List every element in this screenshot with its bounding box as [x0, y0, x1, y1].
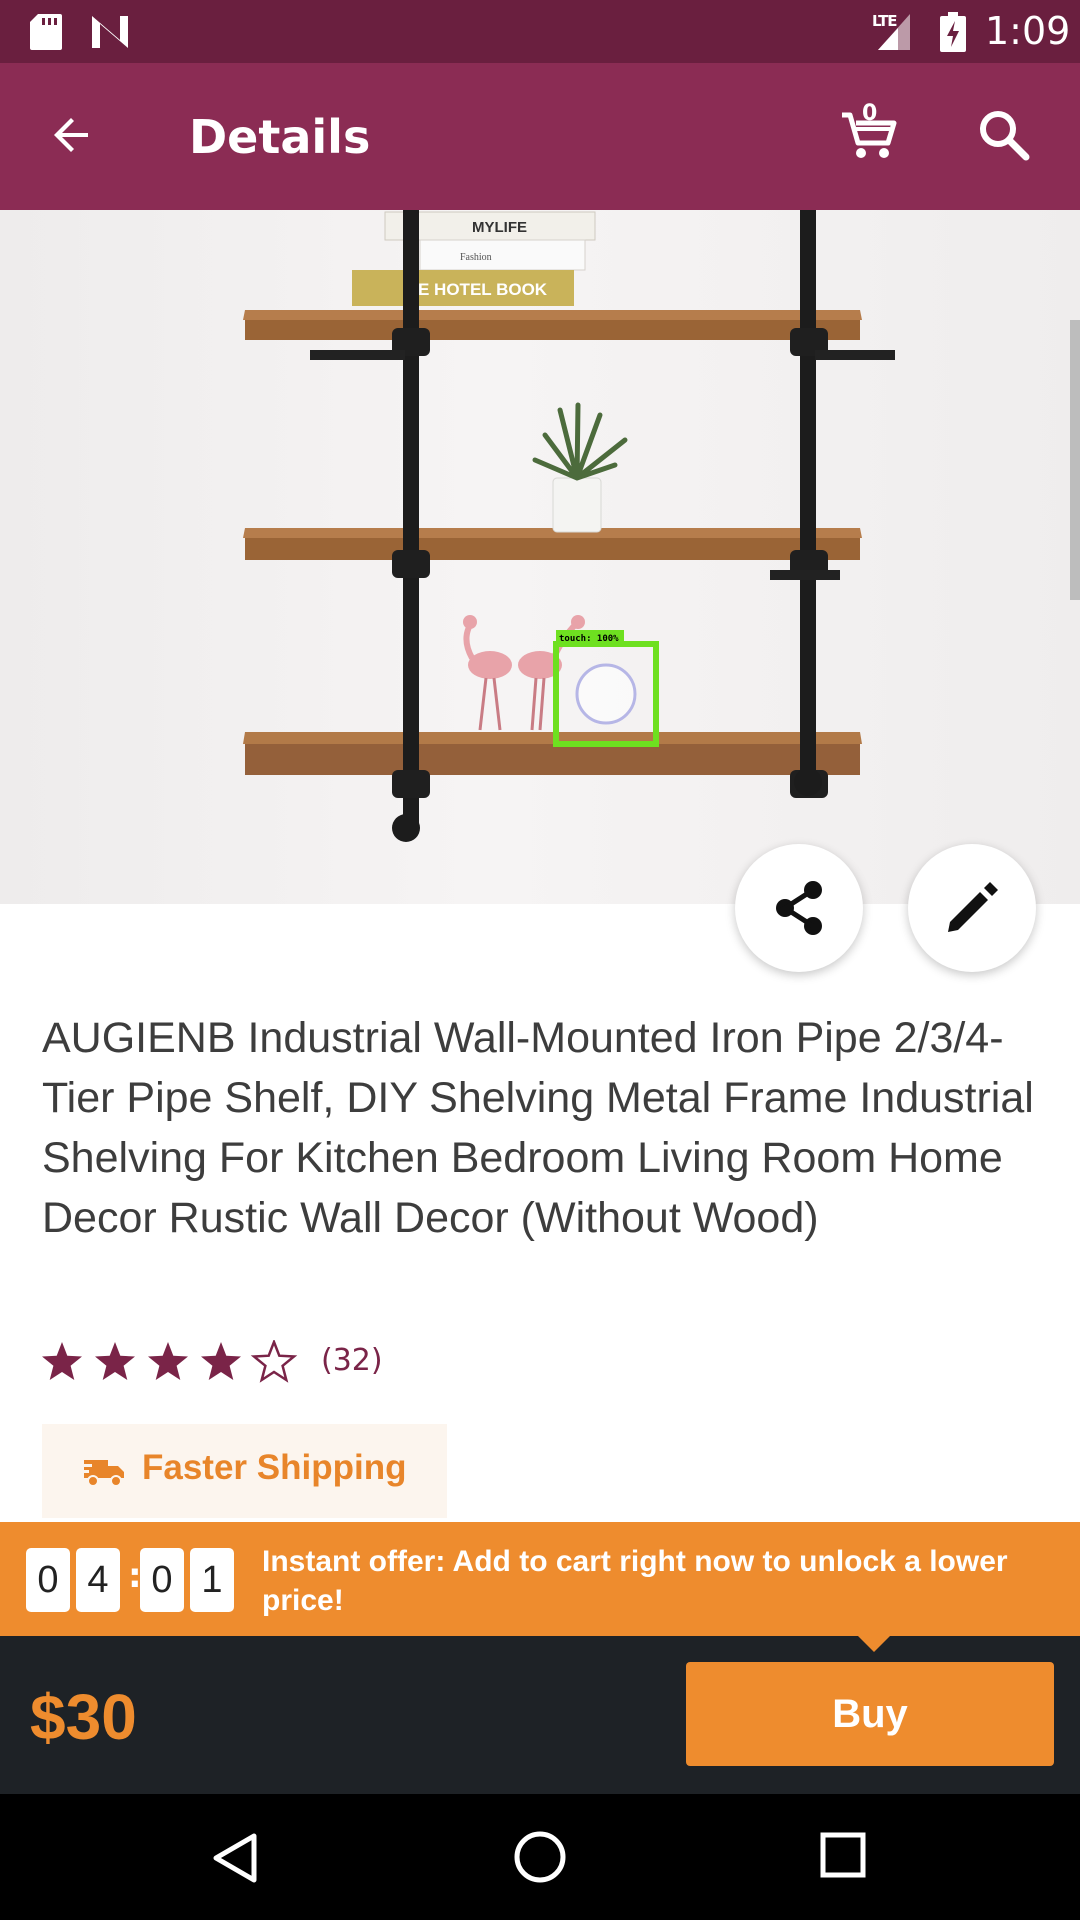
offer-text: Instant offer: Add to cart right now to …	[262, 1545, 1008, 1617]
app-bar: Details 0	[0, 63, 1080, 210]
nav-back-icon[interactable]	[212, 1832, 258, 1884]
product-title: AUGIENB Industrial Wall-Mounted Iron Pip…	[42, 1014, 1034, 1242]
shipping-badge: Faster Shipping	[42, 1424, 447, 1518]
share-button[interactable]	[735, 844, 863, 972]
status-bar: LTE 1:09	[0, 0, 1080, 63]
n-logo-icon	[92, 16, 128, 48]
back-arrow-icon[interactable]	[48, 111, 96, 159]
clock: 1:09	[985, 9, 1071, 53]
timer-digit: 0	[26, 1548, 70, 1612]
touch-label: touch: 100%	[559, 634, 619, 644]
book-text-3: E HOTEL BOOK	[418, 280, 548, 299]
nav-home-icon[interactable]	[513, 1830, 567, 1884]
cart-count-badge: 0	[862, 101, 878, 126]
book-text-2: Fashion	[460, 252, 492, 263]
pencil-icon	[948, 882, 998, 932]
star-filled-icon	[148, 1342, 188, 1380]
buy-button[interactable]: Buy	[686, 1662, 1054, 1766]
star-filled-icon	[42, 1342, 82, 1380]
system-nav-bar	[0, 1794, 1080, 1920]
truck-icon	[82, 1460, 124, 1487]
nav-recents-icon[interactable]	[820, 1832, 866, 1878]
product-image[interactable]: MYLIFE Fashion E HOTEL BOOK touch: 100%	[0, 210, 1080, 904]
price: $30	[30, 1681, 137, 1753]
sd-card-icon	[30, 14, 62, 50]
scrollbar-thumb[interactable]	[1070, 320, 1080, 600]
shelf-illustration: MYLIFE Fashion E HOTEL BOOK touch: 100%	[243, 210, 895, 842]
share-icon	[776, 881, 822, 935]
instant-offer-banner[interactable]: 0 4 : 0 1 Instant offer: Add to cart rig…	[0, 1522, 1080, 1636]
timer-digit: 0	[140, 1548, 184, 1612]
page-title: Details	[189, 110, 371, 164]
battery-charging-icon	[940, 12, 966, 52]
timer-digit: 4	[76, 1548, 120, 1612]
offer-pointer	[856, 1634, 892, 1652]
star-filled-icon	[201, 1342, 241, 1380]
book-text-1: MYLIFE	[472, 219, 527, 236]
search-icon[interactable]	[978, 109, 1030, 161]
shipping-label: Faster Shipping	[142, 1448, 407, 1487]
review-count[interactable]: (32)	[321, 1343, 383, 1378]
rating-stars	[42, 1340, 298, 1383]
star-filled-icon	[95, 1342, 135, 1380]
buy-bar: $30 Buy	[0, 1636, 1080, 1794]
edit-button[interactable]	[908, 844, 1036, 972]
signal-icon	[878, 14, 910, 50]
timer-digit: 1	[190, 1548, 234, 1612]
star-empty-icon	[250, 1340, 298, 1383]
